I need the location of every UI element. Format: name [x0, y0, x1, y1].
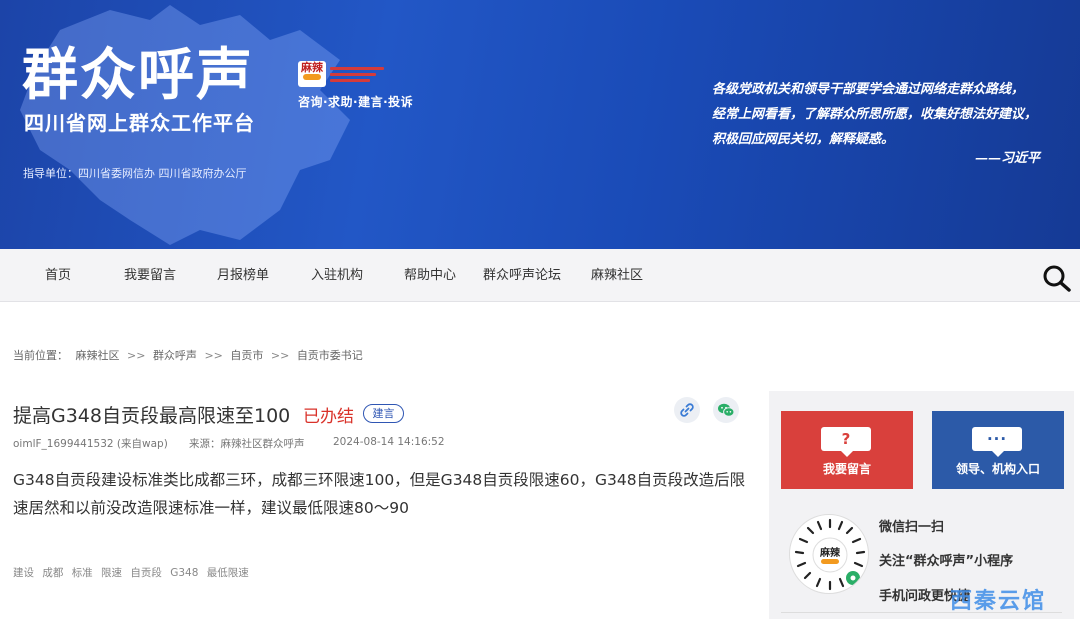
- nav-item-institutions[interactable]: 入驻机构: [311, 249, 363, 302]
- keyword[interactable]: G348: [170, 567, 198, 579]
- leaders-entry-button[interactable]: ··· 领导、机构入口: [932, 411, 1064, 489]
- author: oimlF_1699441532 (来自wap): [13, 438, 168, 450]
- copy-link-icon[interactable]: [674, 397, 700, 423]
- source: 来源：麻辣社区群众呼声: [189, 438, 305, 450]
- nav-item-forum[interactable]: 群众呼声论坛: [483, 249, 561, 302]
- brand-subtitle: 四川省网上群众工作平台: [24, 111, 255, 135]
- leave-message-label: 我要留言: [822, 462, 871, 476]
- mala-logo-text: 麻辣: [301, 61, 323, 74]
- question-icon: ?: [821, 427, 871, 457]
- breadcrumb-link[interactable]: 自贡市委书记: [297, 349, 363, 362]
- wechat-share-icon[interactable]: [713, 397, 739, 423]
- nav-item-home[interactable]: 首页: [45, 249, 71, 302]
- scan-text: 微信扫一扫: [879, 520, 945, 535]
- breadcrumb-separator: >>: [270, 349, 290, 362]
- keyword[interactable]: 最低限速: [207, 567, 249, 579]
- sponsor-text: 指导单位：四川省委网信办 四川省政府办公厅: [23, 167, 247, 180]
- keyword-list: 建设 成都 标准 限速 自贡段 G348 最低限速: [13, 565, 254, 580]
- breadcrumb-link[interactable]: 自贡市: [230, 349, 263, 362]
- mini-program-qr-code: 麻辣: [789, 514, 869, 594]
- breadcrumb-label: 当前位置：: [13, 349, 68, 362]
- breadcrumb-link[interactable]: 群众呼声: [153, 349, 197, 362]
- keyword[interactable]: 标准: [72, 567, 93, 579]
- main-nav: 首页 我要留言 月报榜单 入驻机构 帮助中心 群众呼声论坛 麻辣社区: [0, 249, 1080, 302]
- article-title: 提高G348自贡段最高限速至100: [13, 405, 291, 427]
- nav-item-mala-community[interactable]: 麻辣社区: [591, 249, 643, 302]
- leader-quote: 各级党政机关和领导干部要学会通过网络走群众路线， 经常上网看看，了解群众所思所愿…: [712, 77, 1077, 152]
- brand-title: 群众呼声: [22, 43, 254, 108]
- leaders-entry-label: 领导、机构入口: [955, 462, 1040, 476]
- nav-item-leave-message[interactable]: 我要留言: [124, 249, 176, 302]
- qr-logo-text: 麻辣: [819, 546, 841, 559]
- search-icon[interactable]: [1042, 264, 1072, 292]
- header-banner: 群众呼声 四川省网上群众工作平台 麻辣 咨询·求助·建言·投诉 指导单位：四川省…: [0, 0, 1080, 249]
- timestamp: 2024-08-14 14:16:52: [333, 436, 445, 448]
- mala-logo-dot: [303, 74, 321, 80]
- quote-author: ——习近平: [975, 151, 1041, 166]
- keyword[interactable]: 建设: [13, 567, 34, 579]
- type-tag: 建言: [363, 404, 404, 423]
- mala-logo: 麻辣: [298, 61, 326, 87]
- nav-item-help[interactable]: 帮助中心: [404, 249, 456, 302]
- keyword[interactable]: 自贡段: [130, 567, 162, 579]
- quote-line: 经常上网看看，了解群众所思所愿，收集好想法好建议，: [712, 107, 1038, 122]
- breadcrumb-separator: >>: [127, 349, 146, 362]
- keyword[interactable]: 限速: [101, 567, 122, 579]
- follow-text: 关注“群众呼声”小程序: [879, 554, 1014, 569]
- chat-dots-icon: ···: [972, 427, 1022, 457]
- breadcrumb-separator: >>: [204, 349, 223, 362]
- article-content: G348自贡段建设标准类比成都三环，成都三环限速100，但是G348自贡段限速6…: [13, 471, 746, 517]
- leave-message-button[interactable]: ? 我要留言: [781, 411, 913, 489]
- quote-line: 各级党政机关和领导干部要学会通过网络走群众路线，: [712, 82, 1025, 97]
- nav-item-monthly-ranking[interactable]: 月报榜单: [217, 249, 269, 302]
- brand-tags: 咨询·求助·建言·投诉: [298, 95, 414, 109]
- status-badge: 已办结: [303, 407, 354, 427]
- breadcrumb-link[interactable]: 麻辣社区: [76, 349, 120, 362]
- watermark: 西秦云馆: [950, 589, 1047, 614]
- breadcrumb: 当前位置： 麻辣社区 >> 群众呼声 >> 自贡市 >> 自贡市委书记: [13, 347, 367, 363]
- logo-caption-decoration: [330, 67, 384, 83]
- keyword[interactable]: 成都: [42, 567, 63, 579]
